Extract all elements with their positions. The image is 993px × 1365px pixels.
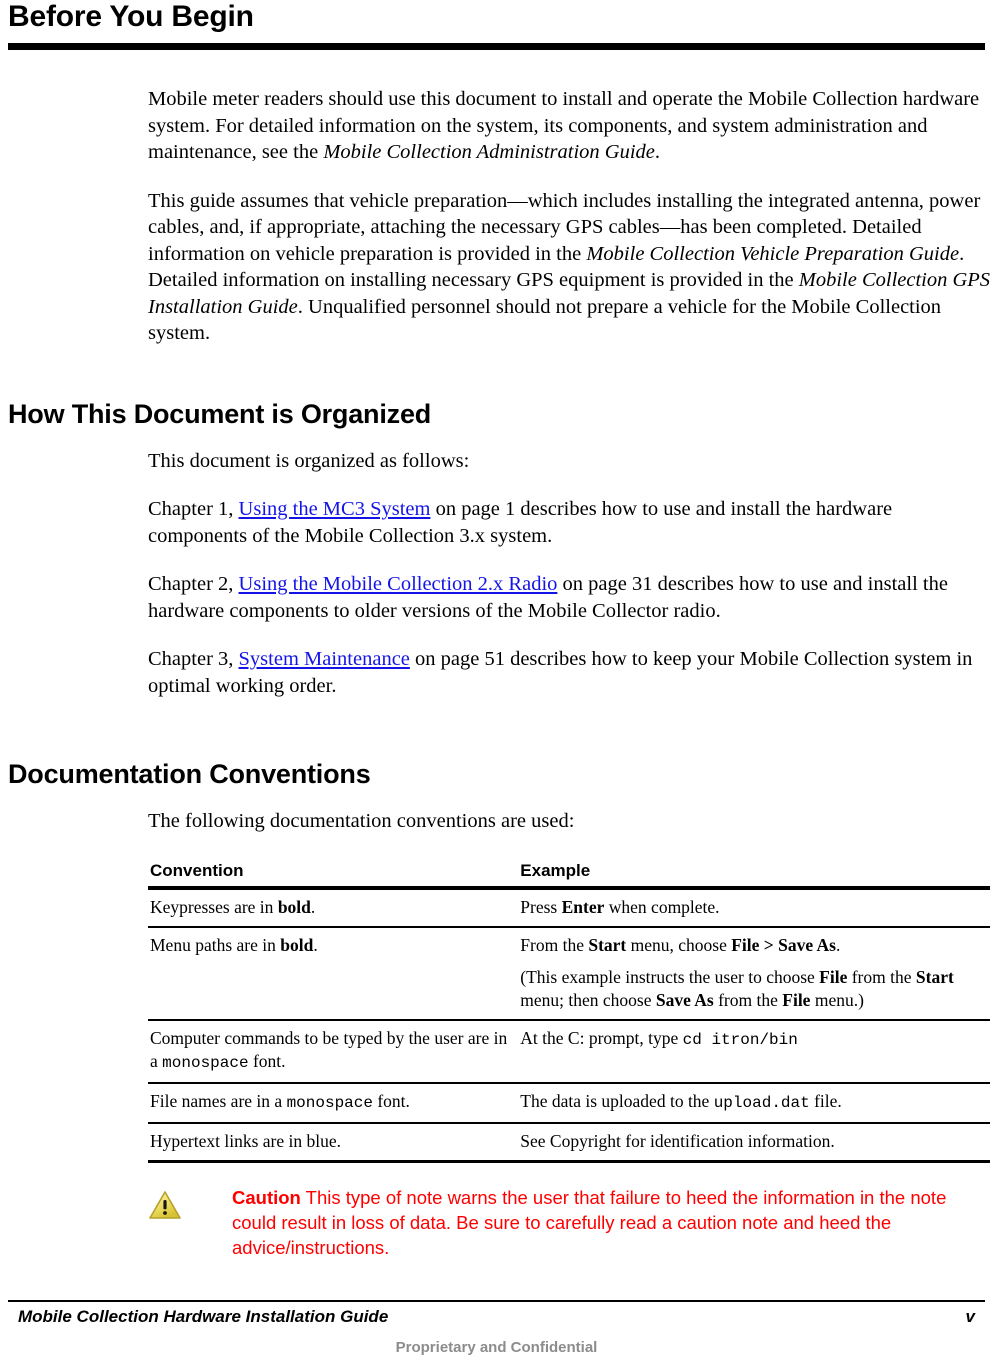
chapter-2-entry: Chapter 2, Using the Mobile Collection 2…	[148, 571, 993, 624]
text-bold: bold	[277, 896, 311, 917]
intro-p1-italic-title: Mobile Collection Administration Guide	[323, 141, 655, 163]
table-row: Menu paths are in bold. From the Start m…	[148, 926, 990, 1021]
example-explanation: (This example instructs the user to choo…	[520, 966, 980, 1012]
section-heading-conventions: Documentation Conventions	[8, 759, 371, 789]
example-primary: From the Start menu, choose File > Save …	[520, 934, 980, 957]
cell-example: From the Start menu, choose File > Save …	[518, 926, 990, 1021]
cell-example: At the C: prompt, type cd itron/bin	[518, 1019, 990, 1084]
chapter-2-link[interactable]: Using the Mobile Collection 2.x Radio	[239, 573, 558, 595]
text-sub-bold-saveas: Save As	[655, 989, 714, 1010]
caution-note: Caution This type of note warns the user…	[148, 1185, 993, 1260]
conventions-intro-line: The following documentation conventions …	[148, 810, 575, 832]
text-a: Menu paths are in	[150, 934, 281, 955]
conventions-table: Convention Example Keypresses are in bol…	[148, 858, 990, 1163]
chapter-3-link[interactable]: System Maintenance	[239, 648, 410, 670]
organized-section: This document is organized as follows: C…	[148, 448, 993, 700]
caution-label: Caution	[232, 1186, 301, 1208]
intro-p2-italic-title-1: Mobile Collection Vehicle Preparation Gu…	[586, 242, 960, 265]
text-a: From the	[520, 934, 589, 955]
text-sub-e: menu; then choose	[520, 989, 656, 1010]
cell-convention: Computer commands to be typed by the use…	[148, 1019, 519, 1084]
intro-p1-text-b: .	[654, 141, 661, 163]
text-sub-g: from the	[713, 989, 783, 1010]
text-sub-bold-file: File	[819, 966, 848, 987]
table-row: Keypresses are in bold. Press Enter when…	[148, 887, 990, 928]
warning-triangle-icon	[148, 1189, 182, 1221]
caution-text: Caution This type of note warns the user…	[232, 1185, 993, 1260]
text-a: File names are in a	[150, 1090, 287, 1111]
footer-confidential-notice: Proprietary and Confidential	[395, 1339, 598, 1356]
text-sub-a: (This example instructs the user to choo…	[520, 966, 820, 987]
cell-convention: File names are in a monospace font.	[148, 1082, 519, 1124]
intro-section: Mobile meter readers should use this doc…	[148, 86, 993, 347]
column-header-convention: Convention	[148, 858, 519, 890]
text-bold: bold	[280, 934, 314, 955]
text-c: .	[313, 934, 318, 955]
cell-convention: Menu paths are in bold.	[148, 926, 519, 1021]
footer-document-title: Mobile Collection Hardware Installation …	[18, 1307, 389, 1326]
text-bold: Enter	[561, 896, 605, 917]
section-heading-organized: How This Document is Organized	[8, 398, 432, 429]
text-monospace: monospace	[286, 1093, 373, 1112]
column-header-example: Example	[518, 858, 990, 890]
table-row: Computer commands to be typed by the use…	[148, 1019, 990, 1084]
page-footer: Mobile Collection Hardware Installation …	[0, 1300, 993, 1365]
table-row: Hypertext links are in blue. See Copyrig…	[148, 1122, 990, 1163]
title-rule	[8, 43, 985, 50]
text-a: Keypresses are in	[150, 896, 278, 917]
text-e: .	[836, 934, 841, 955]
conventions-intro: The following documentation conventions …	[148, 808, 993, 835]
cell-example: The data is uploaded to the upload.dat f…	[518, 1082, 990, 1124]
page-title: Before You Begin	[8, 0, 254, 33]
table-header-row: Convention Example	[148, 858, 990, 890]
cell-convention: Hypertext links are in blue.	[148, 1122, 519, 1163]
organized-intro-line: This document is organized as follows:	[148, 449, 470, 472]
document-page: Before You Begin Mobile meter readers sh…	[0, 0, 993, 1365]
chapter-1-link[interactable]: Using the MC3 System	[239, 498, 431, 520]
text-monospace-filename: upload.dat	[713, 1093, 810, 1112]
text-a: The data is uploaded to the	[520, 1090, 714, 1111]
text-c: when complete.	[604, 896, 720, 917]
chapter-3-prefix: Chapter 3,	[148, 648, 239, 670]
text-sub-i: menu.)	[810, 989, 864, 1010]
intro-paragraph-2: This guide assumes that vehicle preparat…	[148, 188, 993, 347]
text-sub-c: from the	[847, 966, 916, 987]
chapter-1-prefix: Chapter 1,	[148, 498, 239, 520]
footer-row: Mobile Collection Hardware Installation …	[0, 1302, 993, 1327]
cell-example: See Copyright for identification informa…	[518, 1122, 990, 1163]
cell-convention: Keypresses are in bold.	[148, 887, 519, 928]
text-bold-start: Start	[588, 934, 627, 955]
text-c: font.	[248, 1050, 286, 1071]
text-a: Press	[520, 896, 562, 917]
chapter-3-entry: Chapter 3, System Maintenance on page 51…	[148, 646, 993, 699]
table-row: File names are in a monospace font. The …	[148, 1082, 990, 1124]
text-c: file.	[809, 1090, 842, 1111]
text-c: font.	[372, 1090, 410, 1111]
footer-page-number: v	[965, 1307, 975, 1326]
text-monospace-command: cd itron/bin	[682, 1030, 798, 1049]
chapter-1-entry: Chapter 1, Using the MC3 System on page …	[148, 496, 993, 549]
text-sub-bold-file-2: File	[782, 989, 811, 1010]
text-sub-bold-start: Start	[915, 966, 954, 987]
text-c: menu, choose	[626, 934, 732, 955]
text-a: At the C: prompt, type	[520, 1027, 683, 1048]
text-bold-menupath: File > Save As	[731, 934, 836, 955]
text-monospace: monospace	[162, 1053, 249, 1072]
intro-paragraph-1: Mobile meter readers should use this doc…	[148, 86, 993, 166]
text-c: .	[310, 896, 316, 917]
cell-example: Press Enter when complete.	[518, 887, 990, 928]
chapter-2-prefix: Chapter 2,	[148, 573, 239, 595]
caution-body: This type of note warns the user that fa…	[232, 1186, 947, 1258]
